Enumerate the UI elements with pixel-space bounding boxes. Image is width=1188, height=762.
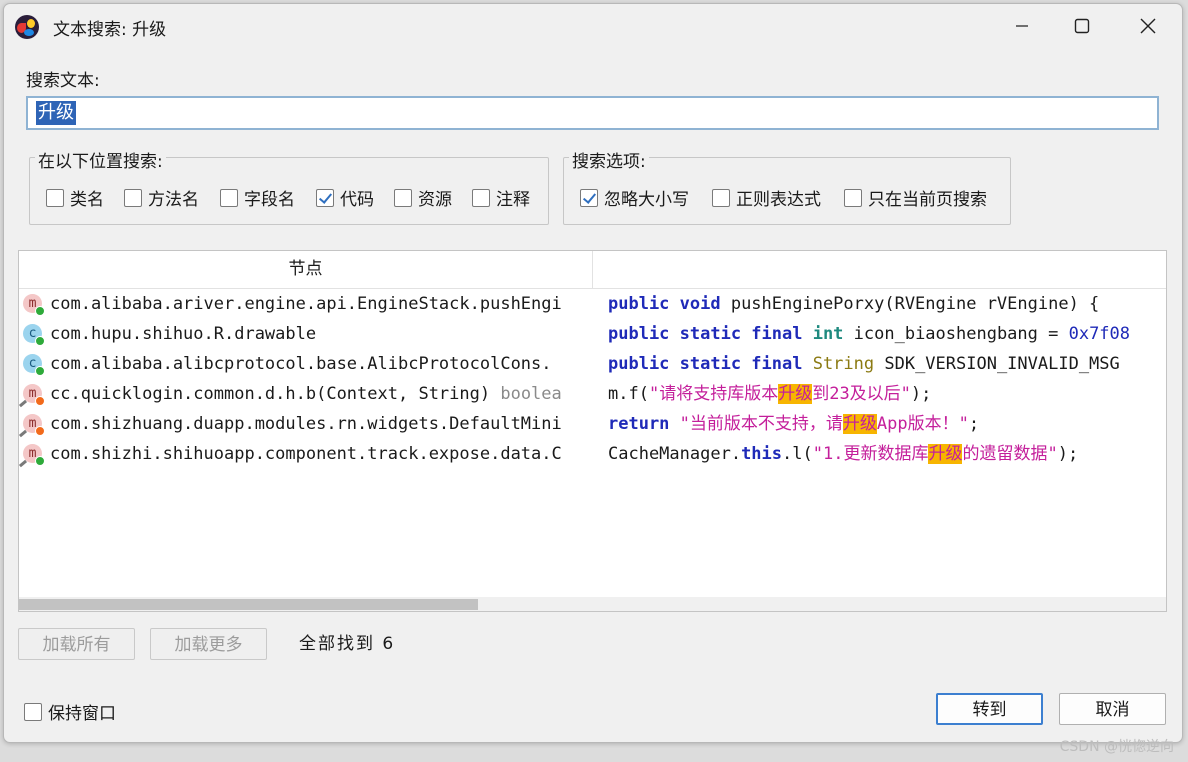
checkbox-field-name[interactable]: 字段名 — [220, 185, 295, 210]
node-cell[interactable]: c com.hupu.shihuo.R.drawable — [19, 319, 592, 349]
checkbox-box[interactable] — [580, 188, 598, 207]
method-icon: m — [19, 384, 45, 408]
checkbox-label: 资源 — [418, 190, 452, 210]
result-row[interactable]: m com.alibaba.ariver.engine.api.EngineSta… — [19, 289, 1166, 319]
result-row[interactable]: m com.shizhuang.duapp.modules.rn.widgets.… — [19, 409, 1166, 439]
checkbox-box[interactable] — [24, 702, 42, 721]
cancel-button[interactable]: 取消 — [1059, 693, 1166, 725]
checkbox-box[interactable] — [124, 188, 142, 207]
code-cell[interactable]: public static final int icon_biaoshengba… — [608, 319, 1166, 349]
search-input-value: 升级 — [36, 101, 76, 125]
watermark: CSDN @恍惚逆向 — [1059, 739, 1174, 755]
checkbox-label: 方法名 — [148, 190, 199, 210]
checkbox-box[interactable] — [394, 188, 412, 207]
results-table: 节点 m com.alibaba.ariver.engine.api.Engine… — [18, 250, 1167, 612]
checkbox-label: 忽略大小写 — [604, 190, 689, 210]
horizontal-scrollbar[interactable] — [19, 597, 1166, 611]
node-cell[interactable]: c com.alibaba.alibcprotocol.base.AlibcPro… — [19, 349, 592, 379]
node-text: cc.quicklogin.common.d.h.b(Context, Stri… — [50, 384, 562, 404]
method-icon: m — [23, 294, 45, 316]
method-icon: m — [19, 444, 45, 468]
checkbox-comment[interactable]: 注释 — [472, 185, 530, 210]
node-text: com.shizhi.shihuoapp.component.track.exp… — [50, 444, 562, 464]
checkbox-keep-window[interactable]: 保持窗口 — [24, 699, 116, 724]
results-header: 节点 — [19, 251, 1166, 289]
maximize-icon — [1074, 18, 1090, 34]
checkbox-box[interactable] — [844, 188, 862, 207]
code-cell[interactable]: m.f("请将支持库版本升级到23及以后"); — [608, 379, 1166, 409]
title-bar: 文本搜索: 升级 — [4, 4, 1182, 48]
load-more-button[interactable]: 加载更多 — [150, 628, 267, 660]
app-logo-icon — [15, 15, 39, 39]
checkbox-class-name[interactable]: 类名 — [46, 185, 104, 210]
search-input[interactable]: 升级 — [26, 96, 1159, 130]
close-icon — [1140, 18, 1156, 34]
column-header-node[interactable]: 节点 — [19, 251, 593, 288]
search-text-label: 搜索文本: — [26, 71, 100, 91]
checkbox-resource[interactable]: 资源 — [394, 185, 452, 210]
close-button[interactable] — [1118, 4, 1178, 48]
node-cell[interactable]: m cc.quicklogin.common.d.h.b(Context, Str… — [19, 379, 592, 409]
checkbox-box[interactable] — [316, 188, 334, 207]
checkbox-label: 保持窗口 — [48, 704, 116, 724]
checkbox-code[interactable]: 代码 — [316, 185, 374, 210]
code-cell[interactable]: public static final String SDK_VERSION_I… — [608, 349, 1166, 379]
class-icon: c — [23, 324, 45, 346]
checkbox-label: 类名 — [70, 190, 104, 210]
search-in-legend: 在以下位置搜索: — [35, 147, 166, 172]
scrollbar-thumb[interactable] — [19, 599, 478, 610]
match-highlight: 升级 — [928, 444, 963, 464]
node-cell[interactable]: m com.shizhi.shihuoapp.component.track.ex… — [19, 439, 592, 469]
checkbox-box[interactable] — [472, 188, 490, 207]
checkbox-label: 代码 — [340, 190, 374, 210]
minimize-button[interactable] — [992, 4, 1052, 48]
checkbox-label: 字段名 — [244, 190, 295, 210]
search-options-legend: 搜索选项: — [569, 147, 649, 172]
node-cell[interactable]: m com.shizhuang.duapp.modules.rn.widgets.… — [19, 409, 592, 439]
checkbox-box[interactable] — [46, 188, 64, 207]
checkbox-regex[interactable]: 正则表达式 — [712, 185, 821, 210]
result-row[interactable]: c com.alibaba.alibcprotocol.base.AlibcPro… — [19, 349, 1166, 379]
checkbox-ignore-case[interactable]: 忽略大小写 — [580, 185, 689, 210]
checkbox-label: 注释 — [496, 190, 530, 210]
result-row[interactable]: m com.shizhi.shihuoapp.component.track.ex… — [19, 439, 1166, 469]
checkbox-current-page-only[interactable]: 只在当前页搜索 — [844, 185, 987, 210]
class-icon: c — [23, 354, 45, 376]
minimize-icon — [1016, 25, 1028, 27]
checkbox-label: 只在当前页搜索 — [868, 190, 987, 210]
node-text: com.hupu.shihuo.R.drawable — [50, 324, 317, 344]
maximize-button[interactable] — [1052, 4, 1112, 48]
node-text: com.shizhuang.duapp.modules.rn.widgets.D… — [50, 414, 562, 434]
match-highlight: 升级 — [778, 384, 813, 404]
window-title: 文本搜索: 升级 — [53, 20, 167, 40]
result-row[interactable]: m cc.quicklogin.common.d.h.b(Context, Str… — [19, 379, 1166, 409]
goto-button[interactable]: 转到 — [936, 693, 1043, 725]
found-count: 全部找到 6 — [299, 634, 396, 654]
checkbox-method-name[interactable]: 方法名 — [124, 185, 199, 210]
result-row[interactable]: c com.hupu.shihuo.R.drawable public static… — [19, 319, 1166, 349]
method-icon: m — [19, 414, 45, 438]
node-text: com.alibaba.alibcprotocol.base.AlibcProt… — [50, 354, 552, 374]
node-cell[interactable]: m com.alibaba.ariver.engine.api.EngineSta… — [19, 289, 592, 319]
checkbox-label: 正则表达式 — [736, 190, 821, 210]
checkbox-box[interactable] — [712, 188, 730, 207]
node-text: com.alibaba.ariver.engine.api.EngineStac… — [50, 294, 562, 314]
load-all-button[interactable]: 加载所有 — [18, 628, 135, 660]
code-cell[interactable]: return "当前版本不支持，请升级App版本！"; — [608, 409, 1166, 439]
match-highlight: 升级 — [842, 414, 877, 434]
code-cell[interactable]: public void pushEnginePorxy(RVEngine rVE… — [608, 289, 1166, 319]
code-cell[interactable]: CacheManager.this.l("1.更新数据库升级的遗留数据"); — [608, 439, 1166, 469]
search-dialog: 文本搜索: 升级 搜索文本: 升级 在以下位置搜索: 类名 方法名 字段名 代码… — [3, 3, 1183, 743]
checkbox-box[interactable] — [220, 188, 238, 207]
